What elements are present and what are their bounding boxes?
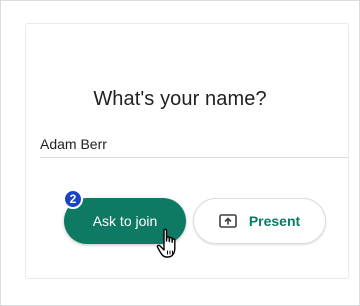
page-title: What's your name? — [93, 88, 267, 110]
present-screen-icon — [219, 214, 237, 228]
hand-pointer-icon — [155, 227, 183, 261]
name-input-value: Adam Berr — [40, 136, 107, 152]
present-label: Present — [248, 213, 301, 229]
name-input[interactable]: Adam Berr — [40, 131, 348, 158]
present-button[interactable]: Present — [193, 198, 326, 244]
step-number-badge: 2 — [63, 189, 83, 209]
ask-to-join-label: Ask to join — [92, 213, 158, 229]
